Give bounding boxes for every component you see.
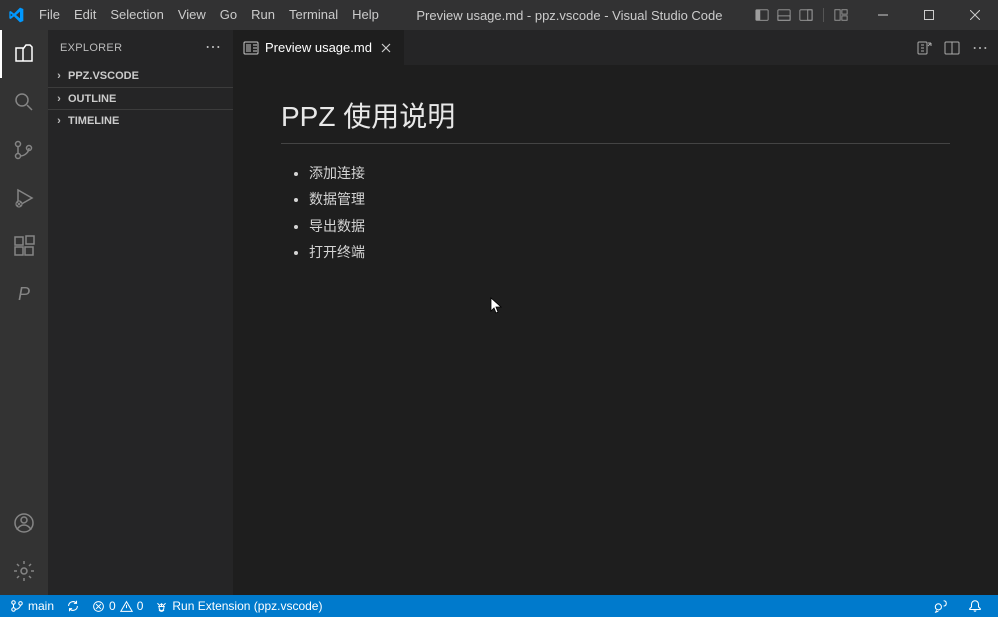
editor-group: Preview usage.md ⋯ PPZ 使用说明 添加连接 数据管理 xyxy=(233,30,998,595)
status-debug-target[interactable]: Run Extension (ppz.vscode) xyxy=(149,595,328,617)
main-area: P EXPLORER ⋯ › PPZ.VSCODE › OUTLINE › TI… xyxy=(0,30,998,595)
sidebar-section-outline[interactable]: › OUTLINE xyxy=(48,87,233,109)
tab-bar: Preview usage.md ⋯ xyxy=(233,30,998,65)
sidebar: EXPLORER ⋯ › PPZ.VSCODE › OUTLINE › TIME… xyxy=(48,30,233,595)
section-label: TIMELINE xyxy=(68,115,119,127)
menu-help[interactable]: Help xyxy=(345,0,386,30)
open-source-icon[interactable] xyxy=(916,40,932,56)
activity-ppz[interactable]: P xyxy=(0,270,48,318)
close-button[interactable] xyxy=(952,0,998,30)
preview-heading: PPZ 使用说明 xyxy=(281,95,950,144)
separator xyxy=(823,8,824,22)
tab-preview-usage[interactable]: Preview usage.md xyxy=(233,30,405,65)
status-problems[interactable]: 0 0 xyxy=(86,595,149,617)
menu-bar: File Edit Selection View Go Run Terminal… xyxy=(32,0,386,30)
sidebar-section-project[interactable]: › PPZ.VSCODE xyxy=(48,65,233,87)
status-sync[interactable] xyxy=(60,595,86,617)
panel-left-icon[interactable] xyxy=(753,6,771,24)
vscode-icon xyxy=(8,7,24,23)
activity-extensions[interactable] xyxy=(0,222,48,270)
menu-file[interactable]: File xyxy=(32,0,67,30)
tab-close-icon[interactable] xyxy=(378,40,394,56)
preview-list: 添加连接 数据管理 导出数据 打开终端 xyxy=(281,162,950,264)
menu-run[interactable]: Run xyxy=(244,0,282,30)
tab-label: Preview usage.md xyxy=(265,40,372,55)
activity-bar: P xyxy=(0,30,48,595)
menu-view[interactable]: View xyxy=(171,0,213,30)
menu-go[interactable]: Go xyxy=(213,0,244,30)
section-label: PPZ.VSCODE xyxy=(68,70,139,82)
tab-actions: ⋯ xyxy=(906,30,998,65)
list-item: 数据管理 xyxy=(309,188,950,210)
activity-accounts[interactable] xyxy=(0,499,48,547)
menu-edit[interactable]: Edit xyxy=(67,0,103,30)
section-label: OUTLINE xyxy=(68,93,116,105)
minimize-button[interactable] xyxy=(860,0,906,30)
markdown-preview: PPZ 使用说明 添加连接 数据管理 导出数据 打开终端 xyxy=(233,65,998,595)
maximize-button[interactable] xyxy=(906,0,952,30)
activity-run-debug[interactable] xyxy=(0,174,48,222)
status-bar: main 0 0 Run Extension (ppz.vscode) xyxy=(0,595,998,617)
panel-bottom-icon[interactable] xyxy=(775,6,793,24)
split-editor-icon[interactable] xyxy=(944,40,960,56)
list-item: 打开终端 xyxy=(309,241,950,263)
status-feedback-icon[interactable] xyxy=(928,595,954,617)
menu-selection[interactable]: Selection xyxy=(103,0,170,30)
chevron-right-icon: › xyxy=(52,93,66,105)
list-item: 导出数据 xyxy=(309,215,950,237)
error-count: 0 xyxy=(109,599,116,613)
menu-terminal[interactable]: Terminal xyxy=(282,0,345,30)
sidebar-title: EXPLORER xyxy=(60,42,122,54)
panel-right-icon[interactable] xyxy=(797,6,815,24)
window-controls xyxy=(860,0,998,30)
title-bar: File Edit Selection View Go Run Terminal… xyxy=(0,0,998,30)
preview-icon xyxy=(243,40,259,56)
list-item: 添加连接 xyxy=(309,162,950,184)
sidebar-header: EXPLORER ⋯ xyxy=(48,30,233,65)
branch-name: main xyxy=(28,599,54,613)
window-title: Preview usage.md - ppz.vscode - Visual S… xyxy=(386,8,753,23)
customize-layout-icon[interactable] xyxy=(832,6,850,24)
activity-source-control[interactable] xyxy=(0,126,48,174)
chevron-right-icon: › xyxy=(52,70,66,82)
activity-explorer[interactable] xyxy=(0,30,48,78)
warning-count: 0 xyxy=(137,599,144,613)
sidebar-more-icon[interactable]: ⋯ xyxy=(205,40,221,56)
sidebar-section-timeline[interactable]: › TIMELINE xyxy=(48,109,233,131)
activity-search[interactable] xyxy=(0,78,48,126)
more-actions-icon[interactable]: ⋯ xyxy=(972,38,988,58)
chevron-right-icon: › xyxy=(52,115,66,127)
status-branch[interactable]: main xyxy=(4,595,60,617)
layout-controls xyxy=(753,6,850,24)
activity-settings[interactable] xyxy=(0,547,48,595)
status-bell-icon[interactable] xyxy=(962,595,988,617)
run-target: Run Extension (ppz.vscode) xyxy=(172,599,322,613)
